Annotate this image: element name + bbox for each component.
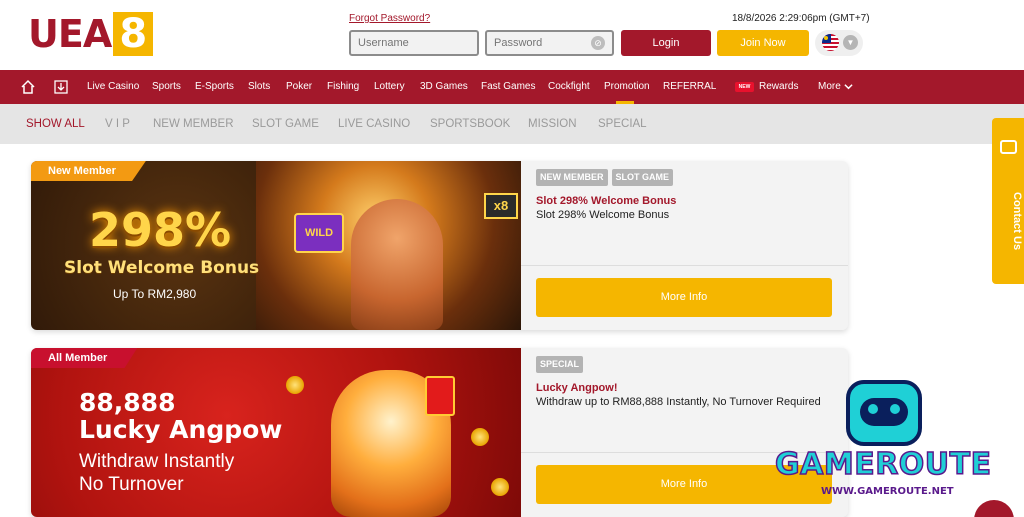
promo-tags: NEW MEMBER SLOT GAME	[536, 169, 673, 186]
promo-banner[interactable]: WILD x8 New Member 298% Slot Welcome Bon…	[31, 161, 521, 330]
banner-line-2: No Turnover	[79, 474, 184, 495]
tab-vip[interactable]: V I P	[105, 104, 130, 144]
header: UEA 8 Forgot Password? 18/8/2026 2:29:06…	[0, 0, 1024, 70]
username-input[interactable]	[349, 30, 479, 56]
tab-mission[interactable]: MISSION	[528, 104, 577, 144]
nav-poker[interactable]: Poker	[286, 70, 312, 104]
nav-3d-games[interactable]: 3D Games	[420, 70, 468, 104]
tab-new-member[interactable]: NEW MEMBER	[153, 104, 234, 144]
nav-more[interactable]: More	[818, 70, 841, 104]
chevron-down-icon[interactable]: ▼	[843, 35, 858, 50]
coin-icon	[471, 428, 489, 446]
multiplier-symbol-icon: x8	[484, 193, 518, 219]
nav-cockfight[interactable]: Cockfight	[548, 70, 590, 104]
nav-e-sports[interactable]: E-Sports	[195, 70, 234, 104]
nav-promotion[interactable]: Promotion	[604, 70, 650, 104]
nav-live-casino[interactable]: Live Casino	[87, 70, 139, 104]
promo-tag: NEW MEMBER	[536, 169, 608, 186]
main-nav: Live Casino Sports E-Sports Slots Poker …	[0, 70, 1024, 104]
tab-sportsbook[interactable]: SPORTSBOOK	[430, 104, 510, 144]
promo-tag: SLOT GAME	[611, 169, 673, 186]
logo-text: UEA	[28, 12, 112, 56]
wild-symbol-icon: WILD	[294, 213, 344, 253]
warrior-character-icon	[351, 199, 443, 330]
coin-icon	[286, 376, 304, 394]
member-ribbon: All Member	[31, 348, 138, 368]
datetime-display: 18/8/2026 2:29:06pm (GMT+7)	[732, 13, 870, 24]
banner-amount: 88,888	[79, 388, 176, 417]
nav-slots[interactable]: Slots	[248, 70, 270, 104]
watermark-name: GAMEROUTE	[774, 446, 992, 483]
watermark-url: WWW.GAMEROUTE.NET	[821, 486, 954, 497]
banner-subtitle: Slot Welcome Bonus	[64, 258, 260, 278]
promo-tag: SPECIAL	[536, 356, 584, 373]
promo-title: Slot 298% Welcome Bonus	[536, 195, 677, 207]
promo-info: SPECIAL Lucky Angpow! Withdraw up to RM8…	[521, 348, 848, 517]
new-badge: NEW	[735, 82, 754, 92]
join-now-button[interactable]: Join Now	[717, 30, 809, 56]
banner-headline: 298%	[89, 203, 232, 257]
malaysia-flag-icon	[822, 34, 839, 51]
red-envelope-icon	[425, 376, 455, 416]
nav-rewards[interactable]: Rewards	[759, 70, 798, 104]
promo-card: All Member 88,888 Lucky Angpow Withdraw …	[31, 348, 848, 517]
promo-info: NEW MEMBER SLOT GAME Slot 298% Welcome B…	[521, 161, 848, 330]
login-button[interactable]: Login	[621, 30, 711, 56]
promo-title: Lucky Angpow!	[536, 382, 618, 394]
promo-tags: SPECIAL	[536, 356, 584, 373]
promo-description: Slot 298% Welcome Bonus	[536, 209, 670, 221]
tab-show-all[interactable]: SHOW ALL	[26, 104, 85, 144]
promo-banner[interactable]: All Member 88,888 Lucky Angpow Withdraw …	[31, 348, 521, 517]
live-chat-icon[interactable]	[974, 500, 1014, 517]
nav-fast-games[interactable]: Fast Games	[481, 70, 535, 104]
logo-number: 8	[113, 12, 154, 56]
more-info-button[interactable]: More Info	[536, 278, 832, 317]
tab-special[interactable]: SPECIAL	[598, 104, 647, 144]
download-icon[interactable]	[53, 79, 69, 95]
banner-line-1: Withdraw Instantly	[79, 451, 235, 472]
tab-slot-game[interactable]: SLOT GAME	[252, 104, 319, 144]
forgot-password-link[interactable]: Forgot Password?	[349, 13, 430, 24]
promo-category-tabs: SHOW ALL V I P NEW MEMBER SLOT GAME LIVE…	[0, 104, 1024, 144]
home-icon[interactable]	[20, 79, 36, 95]
member-ribbon: New Member	[31, 161, 146, 181]
nav-fishing[interactable]: Fishing	[327, 70, 359, 104]
nav-referral[interactable]: REFERRAL	[663, 70, 716, 104]
gamepad-logo-icon	[846, 380, 922, 446]
site-logo[interactable]: UEA 8	[28, 12, 154, 56]
divider	[521, 265, 848, 266]
banner-headline: Lucky Angpow	[79, 415, 283, 444]
banner-caption: Up To RM2,980	[113, 287, 197, 301]
promo-card: WILD x8 New Member 298% Slot Welcome Bon…	[31, 161, 848, 330]
contact-us-label: Contact Us	[1011, 191, 1023, 251]
nav-sports[interactable]: Sports	[152, 70, 181, 104]
tab-live-casino[interactable]: LIVE CASINO	[338, 104, 410, 144]
chevron-down-icon[interactable]	[844, 82, 853, 91]
promo-description: Withdraw up to RM88,888 Instantly, No Tu…	[536, 396, 821, 408]
mail-icon	[1000, 140, 1017, 154]
nav-lottery[interactable]: Lottery	[374, 70, 405, 104]
coin-icon	[491, 478, 509, 496]
show-password-icon[interactable]: ⊘	[591, 36, 605, 50]
